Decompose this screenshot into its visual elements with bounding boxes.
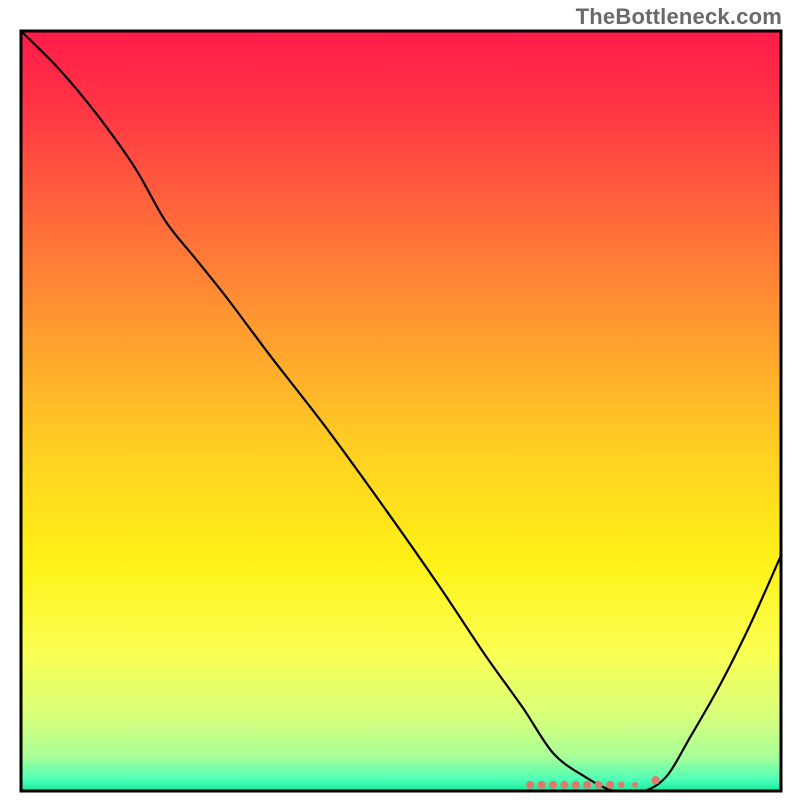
gradient-background <box>21 31 781 791</box>
data-marker <box>572 781 580 789</box>
data-marker <box>595 781 603 789</box>
data-marker <box>606 781 614 789</box>
data-marker <box>526 781 534 789</box>
data-marker <box>632 782 638 788</box>
data-marker <box>651 776 659 784</box>
bottleneck-curve-chart <box>0 0 800 800</box>
data-marker <box>618 782 624 788</box>
chart-container: TheBottleneck.com <box>0 0 800 800</box>
data-marker <box>549 781 557 789</box>
data-marker <box>560 781 568 789</box>
data-marker <box>538 781 546 789</box>
data-marker <box>583 781 591 789</box>
